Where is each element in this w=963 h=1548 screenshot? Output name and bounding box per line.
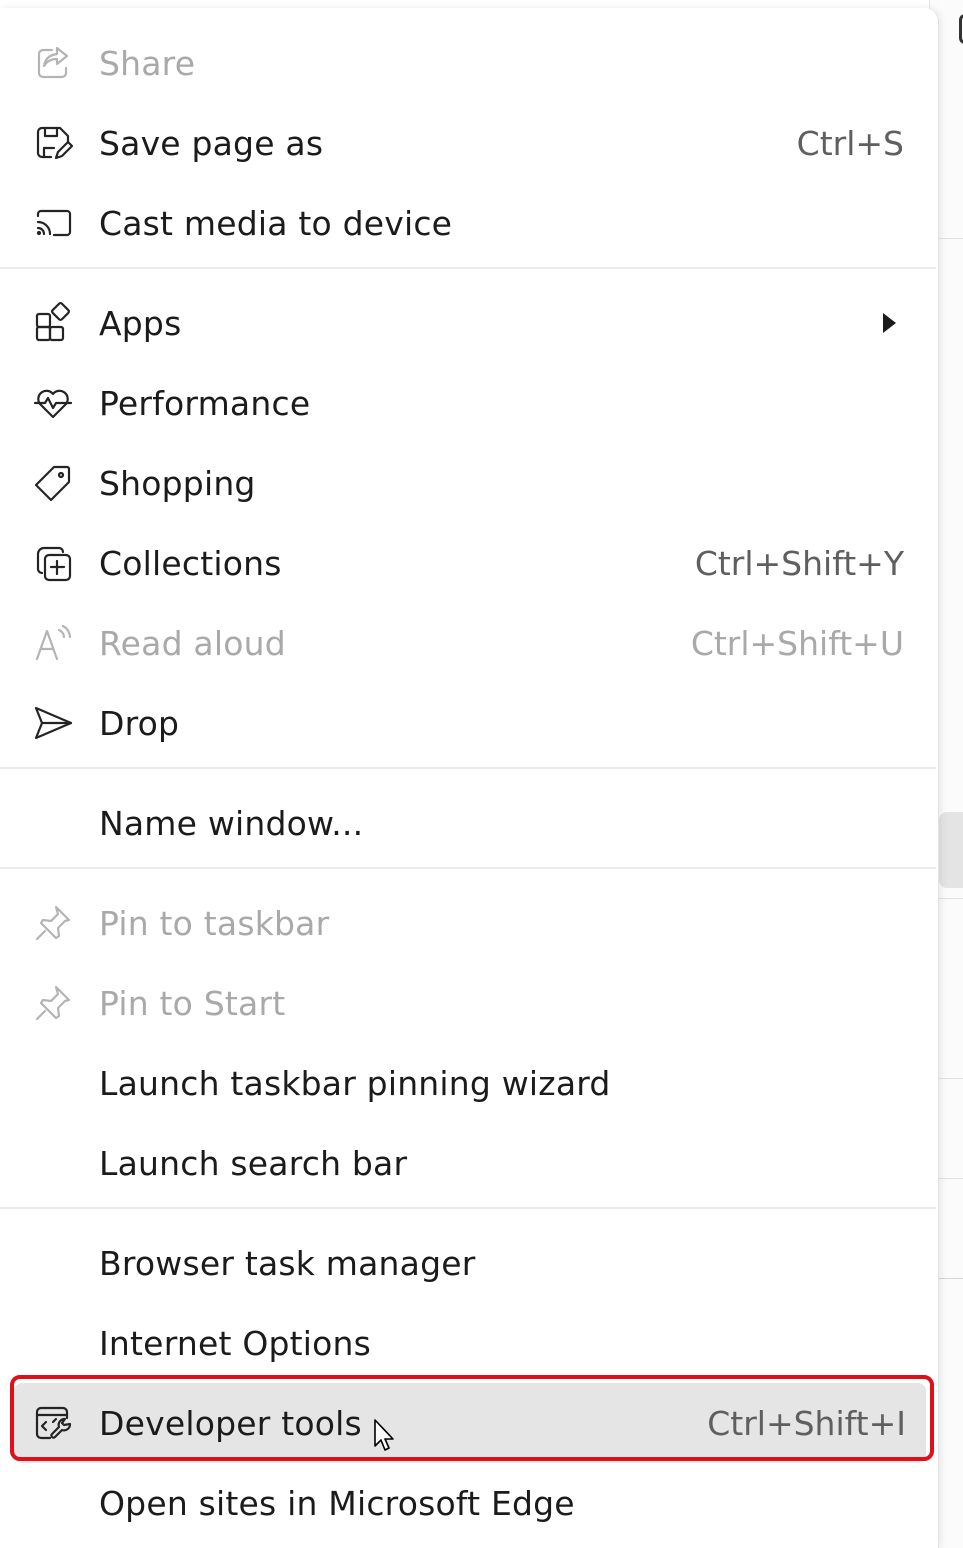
menu-item-label: Share: [99, 43, 196, 83]
menu-separator: [0, 267, 936, 269]
menu-separator: [0, 1207, 936, 1209]
context-menu: Share Save page as Ctrl+S Cast media to …: [0, 8, 939, 1548]
background-scroll-thumb[interactable]: [939, 812, 963, 888]
menu-item-label: Pin to taskbar: [99, 903, 330, 943]
background-divider: [937, 1178, 963, 1179]
menu-item-label: Launch taskbar pinning wizard: [99, 1063, 611, 1103]
menu-item-label: Developer tools: [99, 1403, 362, 1443]
menu-item-apps[interactable]: Apps: [0, 283, 938, 363]
menu-item-label: Read aloud: [99, 623, 286, 663]
menu-item-label: Pin to Start: [99, 983, 286, 1023]
menu-item-label: Save page as: [99, 123, 324, 163]
menu-item-shortcut: Ctrl+S: [796, 123, 904, 163]
heartbeat-icon: [32, 382, 74, 424]
pin-icon: [32, 982, 74, 1024]
menu-item-performance[interactable]: Performance: [0, 363, 938, 443]
background-divider: [937, 1078, 963, 1079]
menu-item-read-aloud[interactable]: Read aloud Ctrl+Shift+U: [0, 603, 938, 683]
menu-item-open-in-edge[interactable]: Open sites in Microsoft Edge: [0, 1463, 938, 1543]
background-divider: [937, 898, 963, 899]
menu-item-developer-tools[interactable]: Developer tools Ctrl+Shift+I: [14, 1383, 926, 1463]
menu-item-label: Cast media to device: [99, 203, 453, 243]
cast-icon: [32, 202, 74, 244]
menu-separator: [0, 867, 936, 869]
read-aloud-icon: [32, 622, 74, 664]
menu-item-label: Collections: [99, 543, 282, 583]
chevron-right-icon: [883, 313, 896, 333]
menu-item-label: Internet Options: [99, 1323, 372, 1363]
menu-item-shortcut: Ctrl+Shift+U: [690, 623, 904, 663]
menu-item-launch-wizard[interactable]: Launch taskbar pinning wizard: [0, 1043, 938, 1123]
menu-item-label: Launch search bar: [99, 1143, 408, 1183]
developer-tools-icon: [32, 1402, 74, 1444]
menu-item-shortcut: Ctrl+Shift+I: [707, 1403, 906, 1443]
menu-item-label: Name window...: [99, 803, 364, 843]
background-divider: [937, 238, 963, 239]
menu-item-label: Drop: [99, 703, 180, 743]
menu-item-cast-media[interactable]: Cast media to device: [0, 183, 938, 263]
menu-item-label: Apps: [99, 303, 182, 343]
menu-item-collections[interactable]: Collections Ctrl+Shift+Y: [0, 523, 938, 603]
background-tab-corner: [959, 14, 963, 44]
menu-item-pin-start[interactable]: Pin to Start: [0, 963, 938, 1043]
menu-item-name-window[interactable]: Name window...: [0, 783, 938, 863]
menu-item-pin-taskbar[interactable]: Pin to taskbar: [0, 883, 938, 963]
menu-item-label: Performance: [99, 383, 311, 423]
mouse-cursor-icon: [374, 1419, 394, 1451]
menu-item-label: Browser task manager: [99, 1243, 476, 1283]
send-icon: [32, 702, 74, 744]
save-icon: [32, 122, 74, 164]
menu-item-save-page-as[interactable]: Save page as Ctrl+S: [0, 103, 938, 183]
menu-item-internet-options[interactable]: Internet Options: [0, 1303, 938, 1383]
menu-item-shopping[interactable]: Shopping: [0, 443, 938, 523]
background-divider: [937, 1278, 963, 1279]
pin-icon: [32, 902, 74, 944]
menu-separator: [0, 767, 936, 769]
share-icon: [32, 42, 74, 84]
menu-item-shortcut: Ctrl+Shift+Y: [694, 543, 904, 583]
menu-item-task-manager[interactable]: Browser task manager: [0, 1223, 938, 1303]
menu-item-label: Open sites in Microsoft Edge: [99, 1483, 575, 1523]
menu-item-share[interactable]: Share: [0, 23, 938, 103]
tag-icon: [32, 462, 74, 504]
menu-item-drop[interactable]: Drop: [0, 683, 938, 763]
collections-icon: [32, 542, 74, 584]
menu-item-label: Shopping: [99, 463, 256, 503]
apps-icon: [32, 302, 74, 344]
menu-item-launch-search[interactable]: Launch search bar: [0, 1123, 938, 1203]
